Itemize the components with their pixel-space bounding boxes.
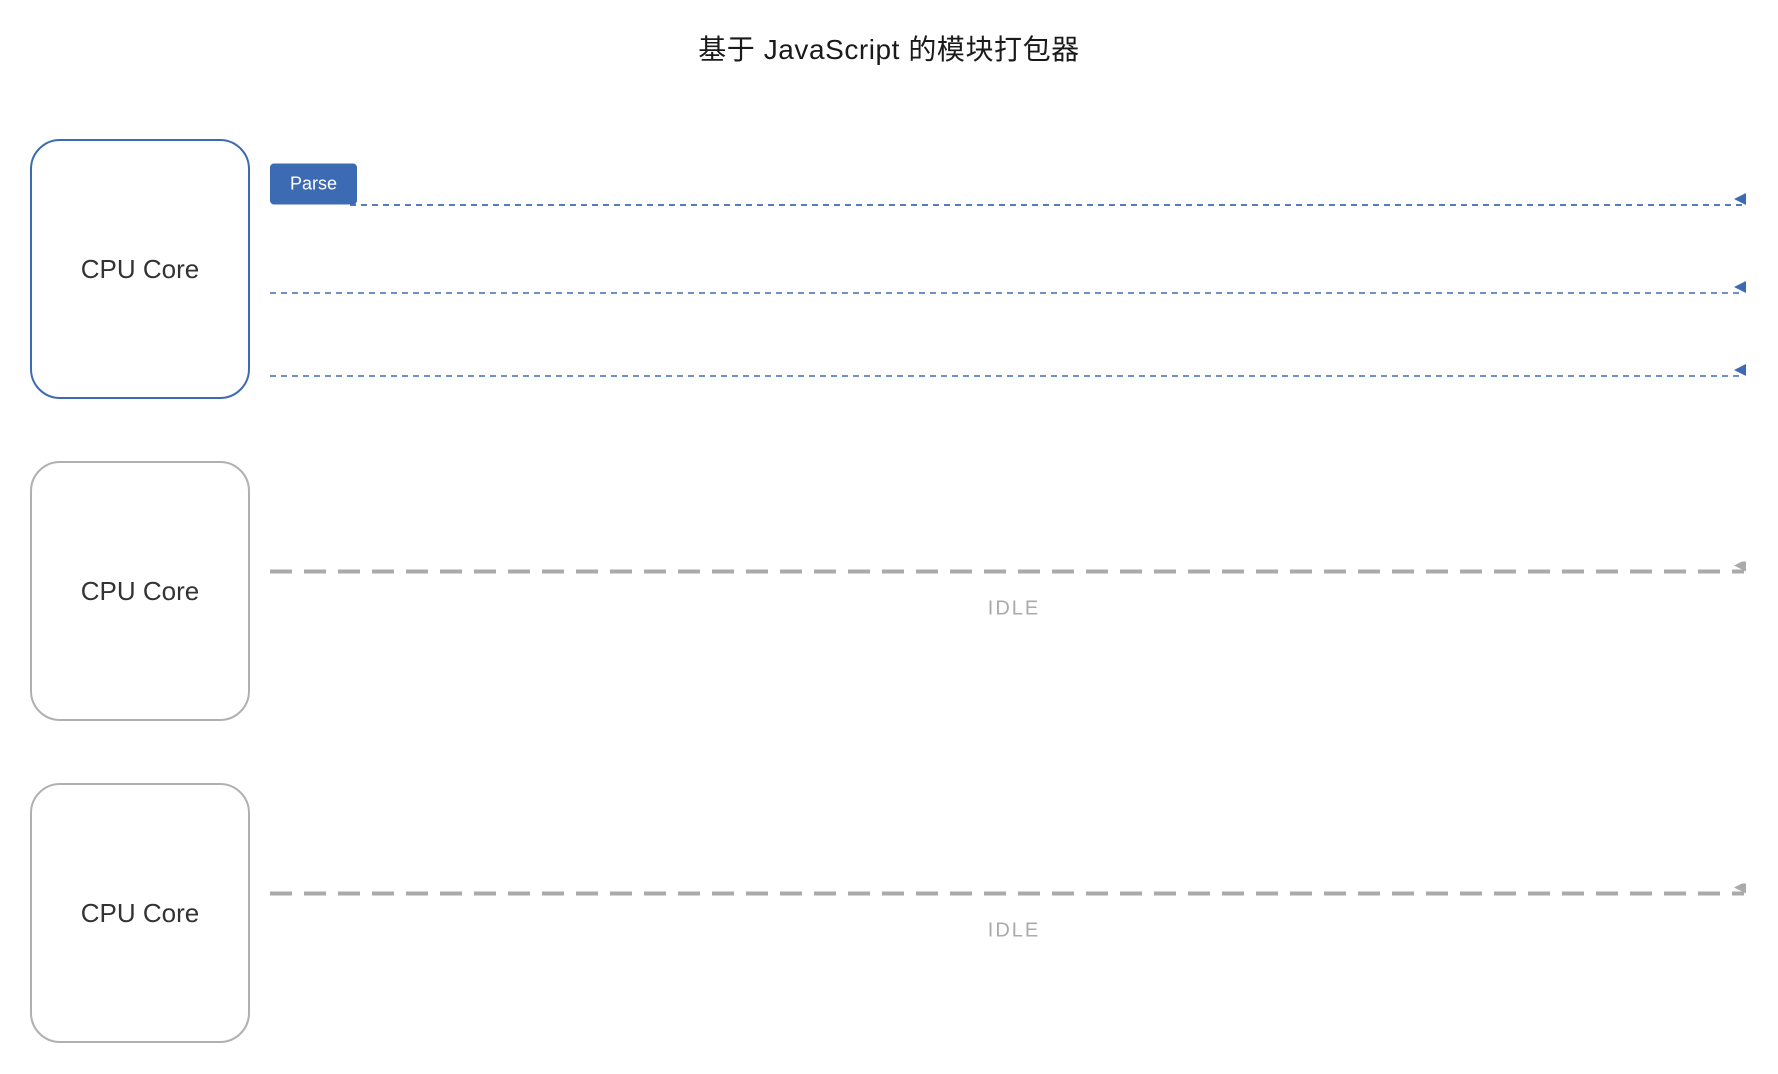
timeline-area-2: IDLE [270, 430, 1758, 752]
cpu-core-box-2: CPU Core [30, 461, 250, 721]
cpu-core-label-3: CPU Core [81, 898, 199, 929]
timeline-area-3: IDLE [270, 752, 1758, 1074]
parse-button-label: Parse [270, 164, 357, 205]
diagram-container: CPU Core [0, 108, 1778, 1074]
page-title: 基于 JavaScript 的模块打包器 [0, 0, 1778, 108]
idle-container-2: IDLE [270, 562, 1758, 621]
core-row-1: CPU Core [20, 108, 1758, 430]
timeline-svg-1 [270, 108, 1758, 430]
cpu-core-box-3: CPU Core [30, 783, 250, 1043]
idle-label-3: IDLE [988, 920, 1040, 943]
idle-label-2: IDLE [988, 598, 1040, 621]
cpu-core-label-1: CPU Core [81, 254, 199, 285]
cpu-core-box-1: CPU Core [30, 139, 250, 399]
timeline-area-1: Parse [270, 108, 1758, 430]
idle-svg-2 [270, 562, 1758, 582]
core-row-3: CPU Core IDLE [20, 752, 1758, 1074]
core-row-2: CPU Core IDLE [20, 430, 1758, 752]
idle-svg-3 [270, 884, 1758, 904]
cpu-core-label-2: CPU Core [81, 576, 199, 607]
idle-container-3: IDLE [270, 884, 1758, 943]
